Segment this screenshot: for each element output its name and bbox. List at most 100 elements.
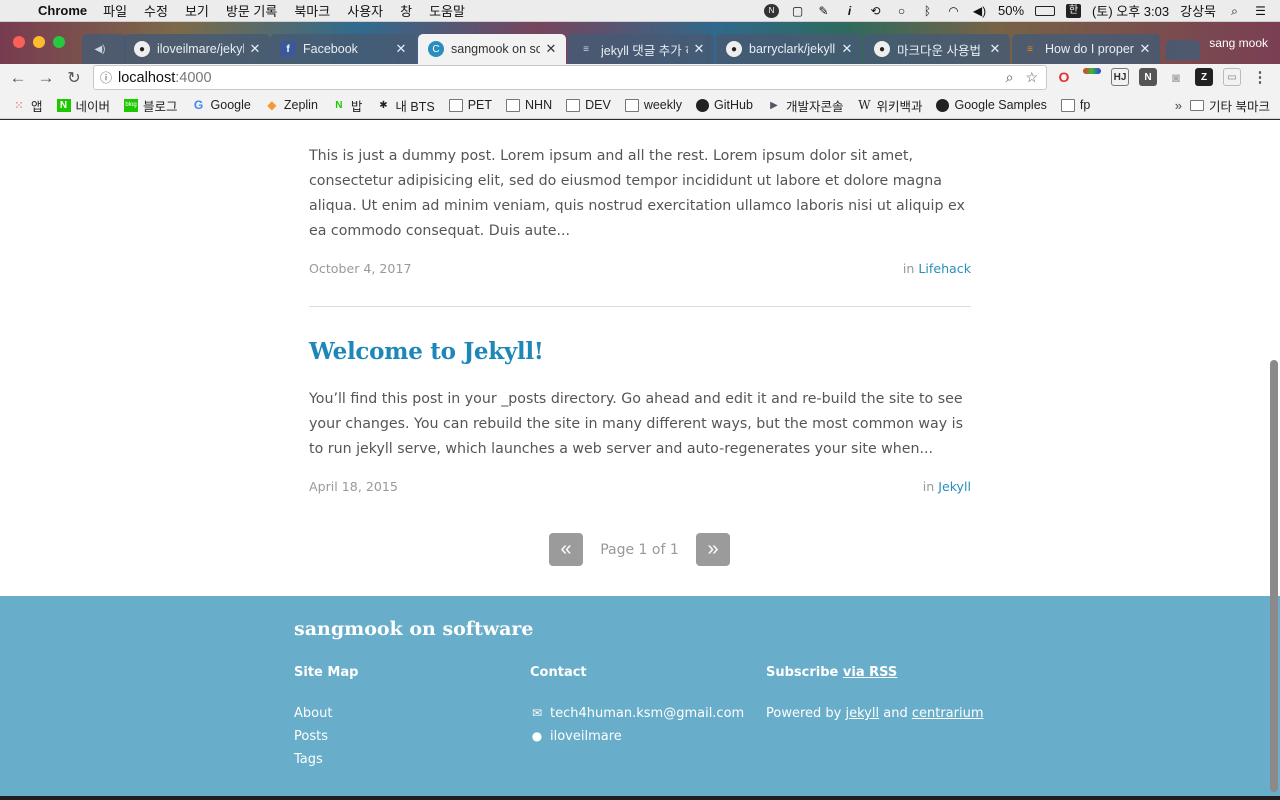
menu-view[interactable]: 보기 — [185, 1, 209, 20]
centrarium-link[interactable]: centrarium — [912, 702, 984, 725]
close-tab-icon[interactable]: ✕ — [840, 41, 854, 57]
screen-extension-icon[interactable]: ▭ — [1223, 68, 1241, 86]
footer-link-tags[interactable]: Tags — [294, 748, 358, 771]
next-page-button[interactable]: » — [696, 533, 730, 566]
close-tab-icon[interactable]: ✕ — [988, 41, 1002, 57]
reload-icon[interactable]: ↻ — [60, 68, 88, 88]
zoom-window-button[interactable] — [53, 36, 65, 48]
color-picker-extension-icon[interactable] — [1083, 68, 1101, 74]
tab-stackoverflow[interactable]: ≡ How do I proper ✕ — [1012, 34, 1160, 64]
bookmark-folder-dev[interactable]: DEV — [566, 98, 611, 112]
category-link[interactable]: Lifehack — [918, 261, 971, 276]
post-item: This is just a dummy post. Lorem ipsum a… — [309, 144, 971, 276]
menu-people[interactable]: 사용자 — [347, 1, 383, 20]
jekyll-link[interactable]: jekyll — [846, 702, 880, 725]
category-link[interactable]: Jekyll — [938, 479, 971, 494]
post-title-link[interactable]: Welcome to Jekyll! — [309, 338, 971, 365]
naver-extension-icon[interactable]: N — [1139, 68, 1157, 86]
other-bookmarks[interactable]: 기타 북마크 — [1190, 96, 1270, 115]
tab-markdown-usage[interactable]: ● 마크다운 사용법 ✕ — [864, 34, 1010, 64]
bookmark-folder-pet[interactable]: PET — [448, 98, 492, 112]
bookmark-label: fp — [1079, 98, 1091, 112]
bookmark-naver[interactable]: N 네이버 — [56, 96, 110, 115]
rss-link[interactable]: via RSS — [843, 665, 897, 680]
close-window-button[interactable] — [13, 36, 25, 48]
tab-facebook[interactable]: f Facebook ✕ — [270, 34, 416, 64]
bookmark-folder-weekly[interactable]: weekly — [624, 98, 682, 112]
forward-icon[interactable]: → — [32, 68, 60, 88]
close-tab-icon[interactable]: ✕ — [692, 41, 706, 57]
tab-barryclark-jekyll[interactable]: ● barryclark/jekyll ✕ — [716, 34, 862, 64]
bookmarks-overflow-chevron[interactable]: » — [1175, 98, 1182, 113]
back-icon[interactable]: ← — [4, 68, 32, 88]
footer-link-posts[interactable]: Posts — [294, 725, 358, 748]
notification-center-icon[interactable]: ☰ — [1253, 4, 1268, 18]
battery-icon[interactable] — [1035, 5, 1056, 16]
bookmark-wikipedia[interactable]: W 위키백과 — [857, 96, 922, 115]
page-scrollbar[interactable] — [1270, 360, 1278, 792]
bookmark-zeplin[interactable]: ◆ Zeplin — [265, 98, 318, 112]
bookmark-google[interactable]: G Google — [192, 98, 251, 112]
footer-link-about[interactable]: About — [294, 702, 358, 725]
input-source-icon[interactable]: 한 — [1066, 3, 1082, 18]
volume-icon[interactable]: ◀) — [972, 4, 987, 18]
menu-window[interactable]: 창 — [400, 1, 412, 20]
minimize-window-button[interactable] — [33, 36, 45, 48]
notification-app-icon[interactable]: N — [764, 3, 779, 18]
menu-edit[interactable]: 수정 — [144, 1, 168, 20]
time-machine-icon[interactable]: ⟲ — [868, 4, 883, 18]
clock[interactable]: (토) 오후 3:03 — [1092, 1, 1169, 20]
close-tab-icon[interactable]: ✕ — [1138, 41, 1152, 57]
prev-page-button[interactable]: « — [549, 533, 583, 566]
footer-github-link[interactable]: ● iloveilmare — [530, 725, 744, 748]
footer-email-link[interactable]: ✉ tech4human.ksm@gmail.com — [530, 702, 744, 725]
bookmark-bts[interactable]: ✱ 내 BTS — [376, 96, 435, 115]
evernote-icon[interactable]: ✎ — [816, 4, 831, 18]
bookmark-bap[interactable]: N밥 — [332, 96, 362, 115]
info-icon[interactable]: i — [842, 4, 857, 18]
user-name[interactable]: 강상묵 — [1180, 1, 1216, 20]
app-menu[interactable]: Chrome — [38, 3, 87, 18]
powered-and: and — [883, 706, 908, 721]
post-category-line: in Jekyll — [923, 479, 971, 494]
bookmark-star-icon[interactable]: ☆ — [1025, 69, 1038, 86]
subscribe-heading: Subscribe via RSS — [766, 665, 984, 680]
bookmark-dev-console[interactable]: ▶ 개발자콘솔 — [767, 96, 844, 115]
tab-iloveilmare-jekyll[interactable]: ● iloveilmare/jekyll ✕ — [124, 34, 270, 64]
github-icon: ● — [134, 41, 150, 57]
wifi-icon[interactable]: ◠ — [946, 4, 961, 18]
opera-extension-icon[interactable]: O — [1055, 68, 1073, 86]
bookmark-folder-nhn[interactable]: NHN — [506, 98, 552, 112]
camera-extension-icon[interactable]: ◙ — [1167, 68, 1185, 86]
spotlight-search-icon[interactable]: ⌕ — [1227, 4, 1242, 18]
close-tab-icon[interactable]: ✕ — [394, 41, 408, 57]
tab-jekyll-comments[interactable]: ≡ jekyll 댓글 추가 하 ✕ — [568, 34, 714, 64]
close-tab-icon[interactable]: ✕ — [544, 41, 558, 57]
bookmark-apps[interactable]: ⁙ 앱 — [12, 96, 42, 115]
address-bar[interactable]: ⓘ localhost:4000 ⌕ ☆ — [93, 65, 1047, 90]
bookmark-google-samples[interactable]: Google Samples — [936, 98, 1047, 112]
bookmark-github[interactable]: GitHub — [696, 98, 753, 112]
window-icon[interactable]: ▢ — [790, 4, 805, 18]
tab-title: jekyll 댓글 추가 하 — [601, 43, 688, 58]
bookmark-blog[interactable]: blog 블로그 — [124, 96, 178, 115]
menu-dots-icon[interactable]: ⋮ — [1251, 68, 1269, 86]
zoom-icon[interactable]: ⌕ — [1006, 69, 1014, 86]
tab-sangmook-active[interactable]: C sangmook on so ✕ — [418, 34, 566, 64]
hj-extension-icon[interactable]: HJ — [1111, 68, 1129, 86]
chat-icon[interactable]: ○ — [894, 4, 909, 18]
bookmark-folder-fp[interactable]: fp — [1060, 98, 1091, 112]
tab-audio[interactable]: ◀) — [82, 34, 126, 64]
site-info-icon[interactable]: ⓘ — [94, 69, 118, 86]
zotero-extension-icon[interactable]: Z — [1195, 68, 1213, 86]
post-divider — [309, 306, 971, 307]
profile-name[interactable]: sang mook — [1209, 36, 1268, 50]
new-tab-button[interactable] — [1166, 40, 1200, 60]
menu-bookmarks[interactable]: 북마크 — [294, 1, 330, 20]
bluetooth-icon[interactable]: ᛒ — [920, 4, 935, 18]
close-tab-icon[interactable]: ✕ — [248, 41, 262, 57]
menu-file[interactable]: 파일 — [103, 1, 127, 20]
bookmark-label: 개발자콘솔 — [785, 99, 844, 114]
menu-history[interactable]: 방문 기록 — [226, 1, 277, 20]
menu-help[interactable]: 도움말 — [429, 1, 465, 20]
